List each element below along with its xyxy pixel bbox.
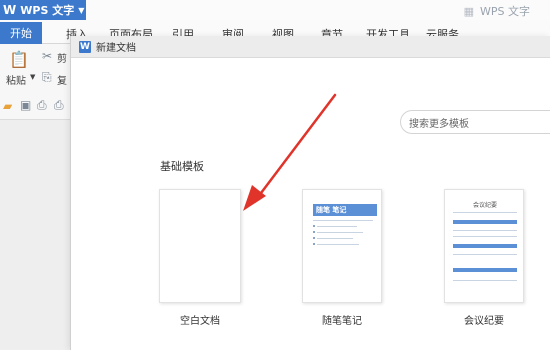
wps-logo-icon: W bbox=[3, 3, 17, 17]
template-preview-line bbox=[453, 236, 517, 237]
open-folder-icon[interactable]: ▰ bbox=[3, 99, 12, 113]
template-preview-line bbox=[453, 212, 517, 213]
template-preview-bullet bbox=[313, 225, 315, 227]
ribbon-toolbar: 📋 粘贴 ▼ ✂ 剪 ⎘ 复 ▰ ▣ ⎙ ⎙ bbox=[0, 44, 70, 119]
section-title: 基础模板 bbox=[160, 160, 204, 173]
wps-writer-icon: W bbox=[79, 40, 91, 53]
print-icon[interactable]: ⎙ bbox=[54, 98, 64, 113]
template-preview-bar bbox=[453, 244, 517, 248]
template-preview-line bbox=[453, 230, 517, 231]
template-label[interactable]: 随笔笔记 bbox=[292, 312, 392, 327]
paste-label[interactable]: 粘贴 bbox=[6, 72, 26, 87]
template-preview-bar bbox=[453, 268, 517, 272]
chevron-down-icon: ▼ bbox=[78, 5, 85, 15]
paste-icon[interactable]: 📋 bbox=[9, 50, 29, 69]
cut-label[interactable]: 剪 bbox=[57, 50, 67, 65]
export-icon[interactable]: ⎙ bbox=[37, 98, 47, 113]
template-blank-document[interactable] bbox=[159, 189, 241, 303]
template-preview-line bbox=[317, 226, 357, 227]
template-notes[interactable]: 随笔 笔记 bbox=[302, 189, 382, 303]
wps-logo-icon: ▦ bbox=[463, 4, 474, 18]
new-document-dialog: W 新建文档 搜索更多模板 基础模板 空白文档 随笔 笔记 随笔笔记 会议纪要 … bbox=[70, 36, 550, 350]
template-preview-bullet bbox=[313, 231, 315, 233]
template-preview-bullet bbox=[313, 243, 315, 245]
template-preview-line bbox=[453, 254, 517, 255]
window-title-label: WPS 文字 bbox=[480, 5, 530, 18]
template-search-input[interactable]: 搜索更多模板 bbox=[400, 110, 550, 134]
save-icon[interactable]: ▣ bbox=[20, 98, 31, 112]
template-preview-header: 随笔 笔记 bbox=[313, 204, 377, 216]
app-menu-label: WPS 文字 bbox=[20, 4, 75, 17]
dialog-header: W 新建文档 bbox=[71, 36, 550, 58]
template-label[interactable]: 会议纪要 bbox=[434, 312, 534, 327]
template-preview-bullet bbox=[313, 237, 315, 239]
document-background bbox=[0, 119, 70, 350]
template-label[interactable]: 空白文档 bbox=[150, 312, 250, 327]
template-preview-line bbox=[317, 244, 359, 245]
copy-label[interactable]: 复 bbox=[57, 72, 67, 87]
template-preview-header: 会议纪要 bbox=[472, 202, 497, 209]
tab-home[interactable]: 开始 bbox=[0, 22, 42, 44]
dialog-title: 新建文档 bbox=[96, 43, 136, 54]
title-bar: W WPS 文字 ▼ ▦ WPS 文字 bbox=[0, 0, 550, 20]
template-preview-line bbox=[453, 280, 517, 281]
template-preview-line bbox=[313, 220, 373, 221]
chevron-down-icon[interactable]: ▼ bbox=[30, 73, 35, 81]
template-preview-line bbox=[317, 238, 353, 239]
template-preview-bar bbox=[453, 220, 517, 224]
window-title: ▦ WPS 文字 bbox=[464, 3, 530, 19]
scissors-icon[interactable]: ✂ bbox=[42, 49, 52, 63]
template-meeting-minutes[interactable]: 会议纪要 bbox=[444, 189, 524, 303]
copy-icon[interactable]: ⎘ bbox=[42, 70, 52, 85]
template-preview-line bbox=[317, 232, 363, 233]
app-menu-button[interactable]: W WPS 文字 ▼ bbox=[0, 0, 86, 20]
